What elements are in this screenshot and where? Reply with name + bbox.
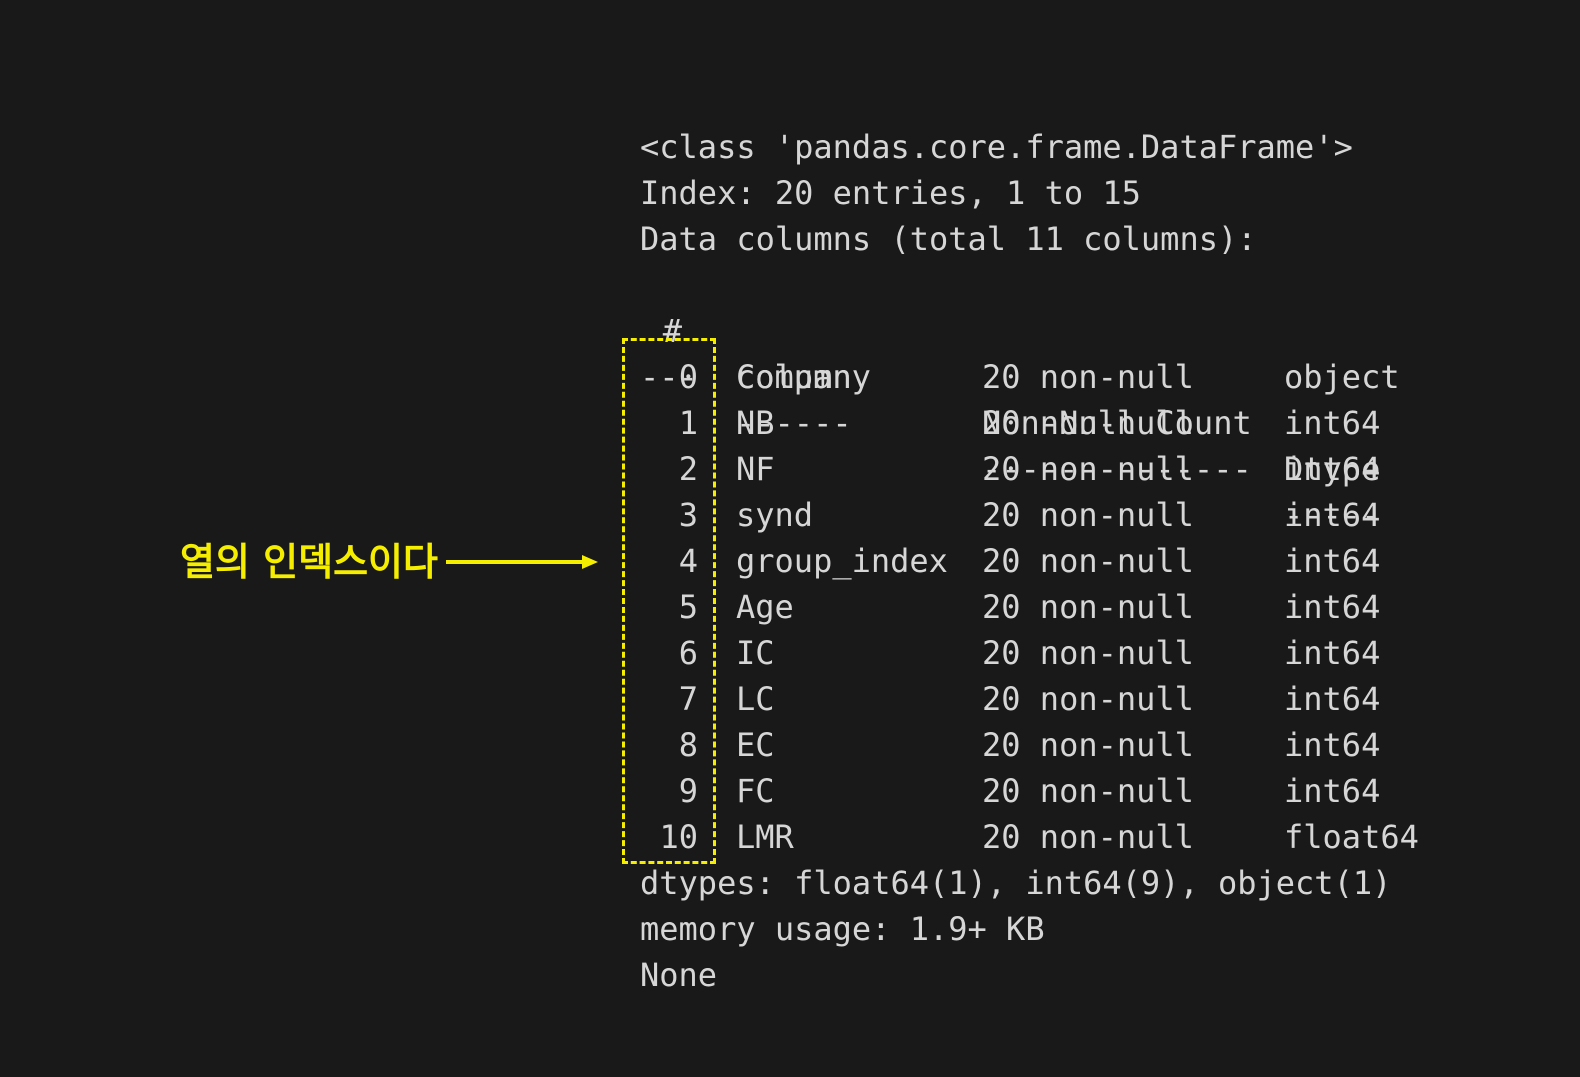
row-non-null-count: 20 non-null xyxy=(982,450,1194,488)
row-non-null-count: 20 non-null xyxy=(982,680,1194,718)
table-row: 10 LMR 20 non-null float64 xyxy=(640,814,1540,860)
annotation-arrow-icon xyxy=(446,555,598,569)
row-column-name: group_index xyxy=(736,542,948,580)
table-header-row: # Column Non-Null Count Dtype xyxy=(640,262,1540,488)
terminal-output: <class 'pandas.core.frame.DataFrame'> In… xyxy=(640,124,1540,1004)
row-dtype: int64 xyxy=(1284,726,1381,764)
row-non-null-count: 20 non-null xyxy=(982,772,1194,810)
memory-line: memory usage: 1.9+ KB xyxy=(640,910,1045,948)
row-dtype: int64 xyxy=(1284,680,1381,718)
table-row: 3 synd 20 non-null int64 xyxy=(640,492,1540,538)
row-dtype: int64 xyxy=(1284,634,1381,672)
row-column-name: synd xyxy=(736,496,814,534)
index-highlight-box xyxy=(622,338,716,864)
dtypes-line: dtypes: float64(1), int64(9), object(1) xyxy=(640,864,1392,902)
row-dtype: int64 xyxy=(1284,542,1381,580)
row-dtype: object xyxy=(1284,358,1400,396)
table-row: 8 EC 20 non-null int64 xyxy=(640,722,1540,768)
row-dtype: int64 xyxy=(1284,404,1381,442)
table-row: 2 NF 20 non-null int64 xyxy=(640,446,1540,492)
table-row: 0 company 20 non-null object xyxy=(640,354,1540,400)
row-column-name: NF xyxy=(736,450,775,488)
row-non-null-count: 20 non-null xyxy=(982,634,1194,672)
table-row: 6 IC 20 non-null int64 xyxy=(640,630,1540,676)
table-separator-row: --- ------ -------------- ----- xyxy=(640,308,1540,534)
annotation-label: 열의 인덱스이다 xyxy=(180,540,438,584)
row-non-null-count: 20 non-null xyxy=(982,588,1194,626)
row-column-name: LC xyxy=(736,680,775,718)
row-non-null-count: 20 non-null xyxy=(982,496,1194,534)
row-non-null-count: 20 non-null xyxy=(982,404,1194,442)
row-column-name: EC xyxy=(736,726,775,764)
table-row: 1 NB 20 non-null int64 xyxy=(640,400,1540,446)
table-row: 5 Age 20 non-null int64 xyxy=(640,584,1540,630)
screenshot-canvas: <class 'pandas.core.frame.DataFrame'> In… xyxy=(0,0,1580,1077)
table-row: 9 FC 20 non-null int64 xyxy=(640,768,1540,814)
row-column-name: LMR xyxy=(736,818,794,856)
row-dtype: int64 xyxy=(1284,588,1381,626)
none-line: None xyxy=(640,956,718,994)
class-line: <class 'pandas.core.frame.DataFrame'> xyxy=(640,128,1353,166)
table-row: 7 LC 20 non-null int64 xyxy=(640,676,1540,722)
data-columns-line: Data columns (total 11 columns): xyxy=(640,220,1257,258)
index-line: Index: 20 entries, 1 to 15 xyxy=(640,174,1141,212)
row-column-name: Age xyxy=(736,588,794,626)
row-column-name: FC xyxy=(736,772,775,810)
row-non-null-count: 20 non-null xyxy=(982,818,1194,856)
row-dtype: int64 xyxy=(1284,450,1381,488)
row-dtype: int64 xyxy=(1284,772,1381,810)
row-non-null-count: 20 non-null xyxy=(982,542,1194,580)
row-column-name: NB xyxy=(736,404,775,442)
row-non-null-count: 20 non-null xyxy=(982,726,1194,764)
row-dtype: int64 xyxy=(1284,496,1381,534)
row-column-name: company xyxy=(736,358,871,396)
row-non-null-count: 20 non-null xyxy=(982,358,1194,396)
table-row: 4 group_index 20 non-null int64 xyxy=(640,538,1540,584)
row-dtype: float64 xyxy=(1284,818,1419,856)
row-column-name: IC xyxy=(736,634,775,672)
